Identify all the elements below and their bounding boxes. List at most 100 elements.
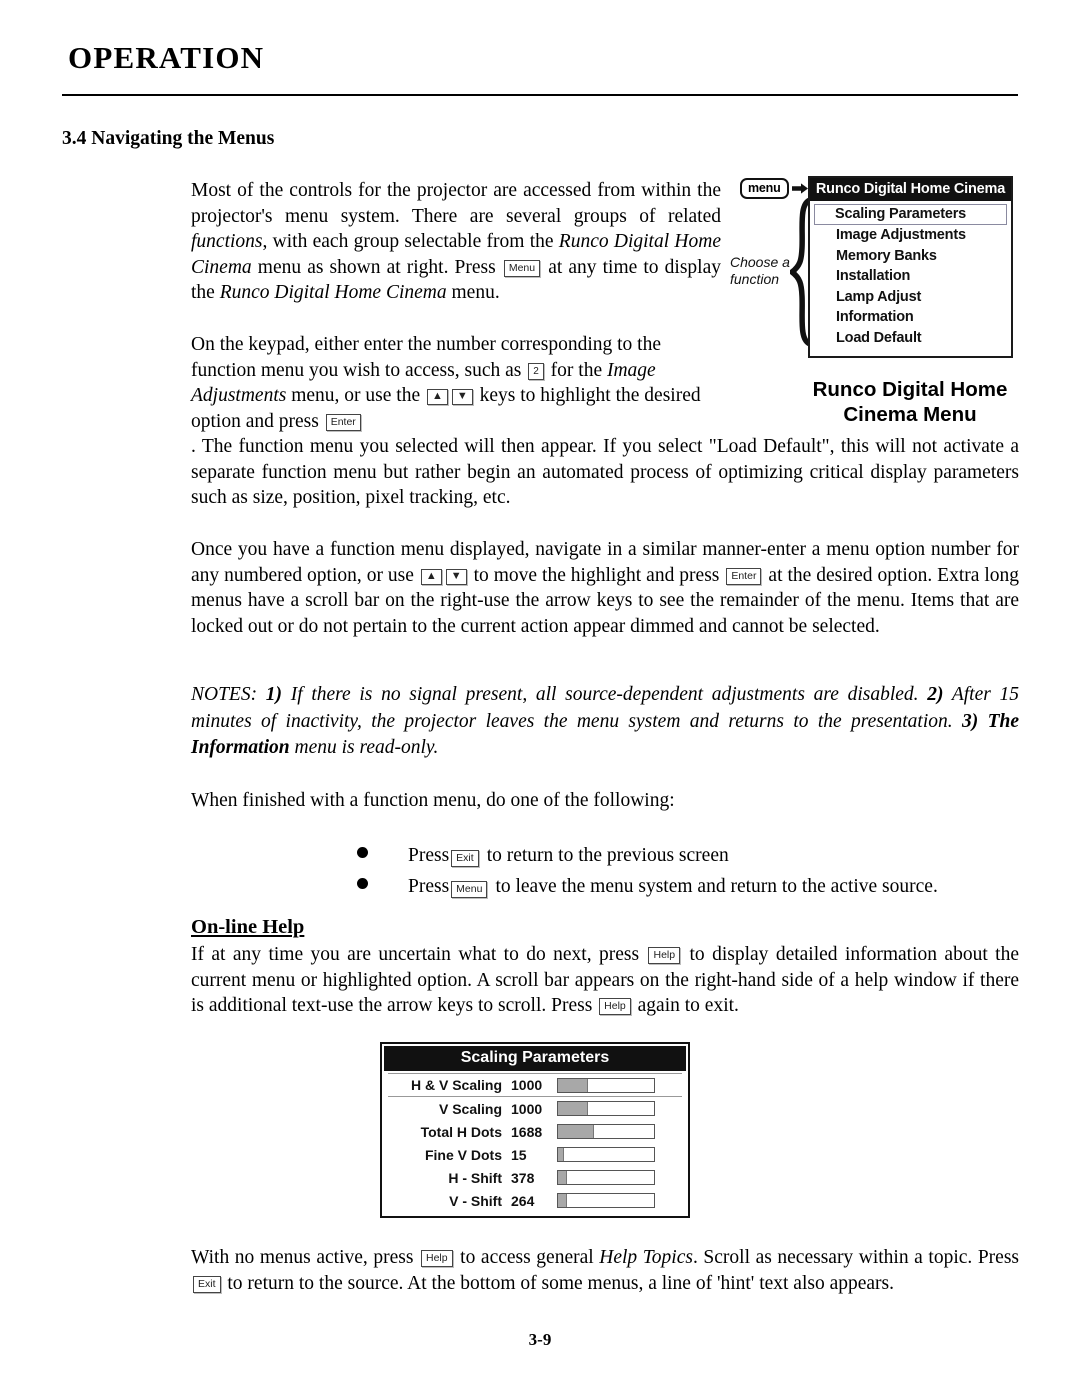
scaling-row-value: 1688	[511, 1123, 543, 1140]
keycap-menu-icon-2: Menu	[451, 881, 488, 898]
paragraph-help-topics: With no menus active, press Help to acce…	[191, 1245, 1019, 1296]
notes-block: NOTES: 1) If there is no signal present,…	[191, 682, 1019, 762]
emphasis-runco-menu-2: Runco Digital Home Cinema	[219, 282, 447, 303]
keycap-help-icon-3: Help	[421, 1250, 453, 1267]
scaling-row-slider[interactable]	[557, 1170, 655, 1185]
bullet-dot-icon	[357, 847, 368, 858]
osd-menu-title: Runco Digital Home Cinema	[810, 178, 1011, 201]
notes-item-3-text: menu is read-only.	[289, 737, 439, 758]
paragraph-intro-text-e: menu.	[446, 282, 500, 303]
paragraph-online-help-text-a: If at any time you are uncertain what to…	[191, 944, 647, 965]
paragraph-navigate-text-b: to move the highlight and press	[468, 564, 725, 586]
keycap-2-icon: 2	[528, 362, 544, 380]
paragraph-keypad-wide: . The function menu you selected will th…	[191, 434, 1019, 511]
paragraph-help-topics-text-c: . Scroll as necessary within a topic. Pr…	[692, 1247, 1020, 1268]
keycap-up-arrow-icon: ▲	[426, 389, 448, 405]
page-number: 3-9	[528, 1330, 552, 1349]
paragraph-intro-text-b: , with each group selectable from the	[262, 231, 559, 252]
scaling-row-label: H - Shift	[448, 1169, 502, 1186]
keycap-exit-icon-2: Exit	[193, 1275, 221, 1293]
osd-menu-item-installation[interactable]: Installation	[836, 266, 1011, 287]
osd-menu-item-load-default[interactable]: Load Default	[836, 328, 1011, 349]
table-row[interactable]: Total H Dots 1688	[388, 1120, 682, 1143]
bullet-press-label: Press	[408, 845, 450, 866]
scaling-row-label: V - Shift	[449, 1192, 502, 1209]
paragraph-keypad-text-b: for the	[545, 359, 607, 381]
scaling-parameters-title: Scaling Parameters	[384, 1046, 686, 1071]
emphasis-functions: functions	[191, 231, 263, 252]
bullet-text: to leave the menu system and return to t…	[495, 876, 938, 897]
scaling-row-slider[interactable]	[557, 1124, 655, 1139]
osd-menu-item-information[interactable]: Information	[836, 307, 1011, 328]
osd-menu-item-list: Scaling Parameters Image Adjustments Mem…	[810, 201, 1011, 348]
paragraph-intro-text-c: menu as shown at right. Press	[251, 256, 502, 278]
osd-menu-item-lamp-adjust[interactable]: Lamp Adjust	[836, 287, 1011, 308]
keycap-enter-icon: Enter	[325, 413, 361, 431]
keycap-down-arrow-icon-2: ▼	[445, 568, 467, 585]
keycap-help-icon: Help	[648, 947, 681, 964]
scaling-row-value: 1000	[511, 1077, 543, 1093]
subheading-online-help: On-line Help	[191, 916, 305, 938]
osd-menu-item-image-adjustments[interactable]: Image Adjustments	[836, 225, 1011, 246]
paragraph-keypad-text-c: menu, or use the	[286, 385, 425, 406]
list-item: Press Exit to return to the previous scr…	[357, 840, 1019, 871]
table-row[interactable]: H - Shift 378	[388, 1166, 682, 1189]
notes-label: NOTES:	[191, 684, 266, 705]
paragraph-keypad-text-e: . The function menu you selected will th…	[191, 436, 1019, 508]
osd-menu-item-scaling-parameters[interactable]: Scaling Parameters	[814, 204, 1007, 225]
bullet-text: to return to the previous screen	[486, 845, 729, 866]
table-row[interactable]: H & V Scaling 1000	[388, 1073, 682, 1097]
document-page: OPERATION 3.4 Navigating the Menus Most …	[0, 0, 1080, 1397]
keycap-menu-icon: Menu	[503, 259, 541, 277]
scaling-row-slider[interactable]	[557, 1077, 655, 1093]
scaling-row-slider[interactable]	[557, 1147, 655, 1162]
notes-item-1-number: 1)	[265, 684, 283, 705]
keycap-up-arrow-icon-2: ▲	[420, 568, 442, 585]
scaling-row-label: V Scaling	[438, 1100, 502, 1117]
paragraph-intro-text-a: Most of the controls for the projector a…	[191, 180, 721, 227]
scaling-row-value: 264	[511, 1192, 535, 1209]
scaling-row-value: 1000	[511, 1100, 543, 1117]
choose-function-label: Choose a function	[730, 254, 790, 288]
paragraph-online-help: If at any time you are uncertain what to…	[191, 942, 1019, 1019]
table-row[interactable]: V - Shift 264	[388, 1189, 682, 1212]
scaling-parameters-panel: Scaling Parameters H & V Scaling 1000 V …	[380, 1042, 690, 1218]
bullet-dot-icon	[357, 878, 368, 889]
page-title: OPERATION	[68, 40, 265, 75]
bullet-press-label: Press	[408, 876, 450, 897]
scaling-row-label: H & V Scaling	[410, 1077, 502, 1093]
figure-caption-line1: Runco Digital Home	[812, 378, 1008, 401]
keycap-help-icon-2: Help	[599, 998, 631, 1015]
table-row[interactable]: Fine V Dots 15	[388, 1143, 682, 1166]
figure-caption: Runco Digital Home Cinema Menu	[795, 377, 1025, 427]
arrow-right-icon	[792, 183, 808, 194]
scaling-row-label: Total H Dots	[420, 1123, 502, 1140]
scaling-parameters-rows: H & V Scaling 1000 V Scaling 1000 Total …	[382, 1071, 688, 1212]
emphasis-help-topics: Help Topics	[599, 1247, 693, 1268]
keycap-down-arrow-icon: ▼	[451, 389, 473, 405]
section-heading: 3.4 Navigating the Menus	[62, 128, 275, 149]
scaling-row-label: Fine V Dots	[424, 1146, 502, 1163]
paragraph-navigate: Once you have a function menu displayed,…	[191, 537, 1019, 639]
choose-function-line2: function	[730, 271, 780, 287]
paragraph-online-help-text-c: again to exit.	[632, 995, 739, 1016]
osd-main-menu: Runco Digital Home Cinema Scaling Parame…	[808, 176, 1013, 358]
notes-item-1-text: If there is no signal present, all sourc…	[282, 684, 928, 705]
figure-caption-line2: Cinema Menu	[843, 403, 977, 426]
bullet-list: Press Exit to return to the previous scr…	[357, 840, 1019, 902]
scaling-row-slider[interactable]	[557, 1193, 655, 1208]
paragraph-keypad-narrow: On the keypad, either enter the number c…	[191, 332, 721, 434]
osd-menu-item-memory-banks[interactable]: Memory Banks	[836, 246, 1011, 267]
remote-menu-button: menu	[740, 178, 789, 199]
notes-item-2-number: 2)	[927, 684, 944, 705]
scaling-row-value: 15	[511, 1146, 527, 1163]
scaling-row-slider[interactable]	[557, 1101, 655, 1116]
table-row[interactable]: V Scaling 1000	[388, 1097, 682, 1120]
list-item: Press Menu to leave the menu system and …	[357, 871, 1019, 902]
paragraph-when-finished-text: When finished with a function menu, do o…	[191, 790, 675, 811]
paragraph-help-topics-text-a: With no menus active, press	[191, 1247, 419, 1268]
paragraph-help-topics-text-b: to access general	[454, 1247, 600, 1268]
choose-function-line1: Choose a	[730, 254, 790, 270]
paragraph-when-finished: When finished with a function menu, do o…	[191, 788, 1019, 814]
paragraph-intro: Most of the controls for the projector a…	[191, 178, 721, 306]
